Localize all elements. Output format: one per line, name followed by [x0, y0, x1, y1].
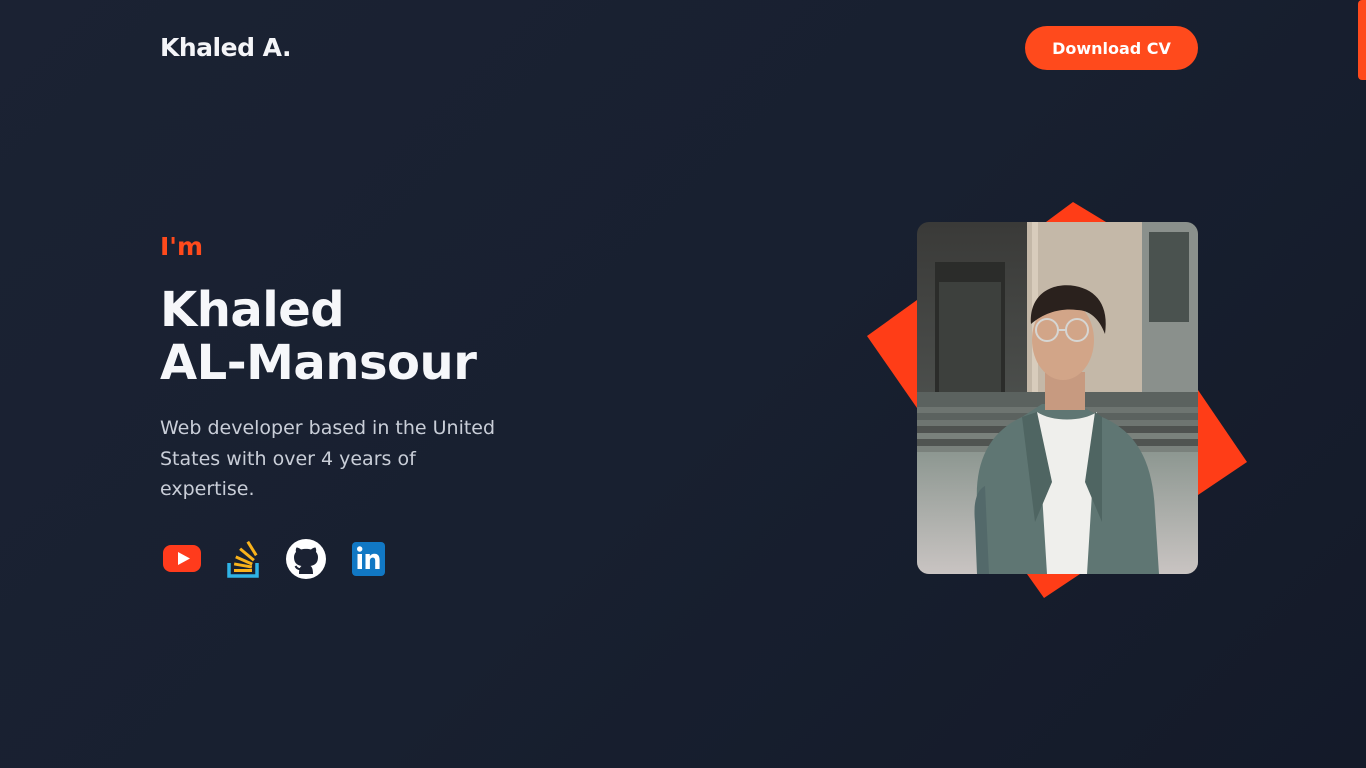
- shape-right: [1198, 390, 1247, 495]
- intro-label: I'm: [160, 232, 204, 261]
- profile-photo-image: [917, 222, 1198, 574]
- shape-top: [1046, 202, 1106, 222]
- site-logo[interactable]: Khaled A.: [160, 32, 291, 64]
- hero-name-line1: Khaled: [160, 282, 345, 338]
- github-link[interactable]: [284, 536, 328, 580]
- shape-bottom: [1027, 574, 1080, 598]
- hero-name-line2: AL-Mansour: [160, 335, 477, 391]
- stackoverflow-link[interactable]: [222, 536, 266, 580]
- youtube-icon: [163, 545, 201, 572]
- shape-left: [867, 300, 917, 408]
- linkedin-icon: [352, 542, 385, 576]
- youtube-link[interactable]: [160, 536, 204, 580]
- download-cv-button[interactable]: Download CV: [1025, 26, 1198, 70]
- social-links: [160, 536, 408, 580]
- linkedin-link[interactable]: [346, 536, 390, 580]
- hero-bio: Web developer based in the United States…: [160, 417, 496, 500]
- scrollbar-thumb[interactable]: [1358, 0, 1366, 80]
- hero-name: Khaled AL-Mansour: [160, 282, 477, 391]
- profile-photo: [917, 222, 1198, 574]
- stackoverflow-icon: [227, 540, 259, 578]
- github-icon: [286, 539, 326, 579]
